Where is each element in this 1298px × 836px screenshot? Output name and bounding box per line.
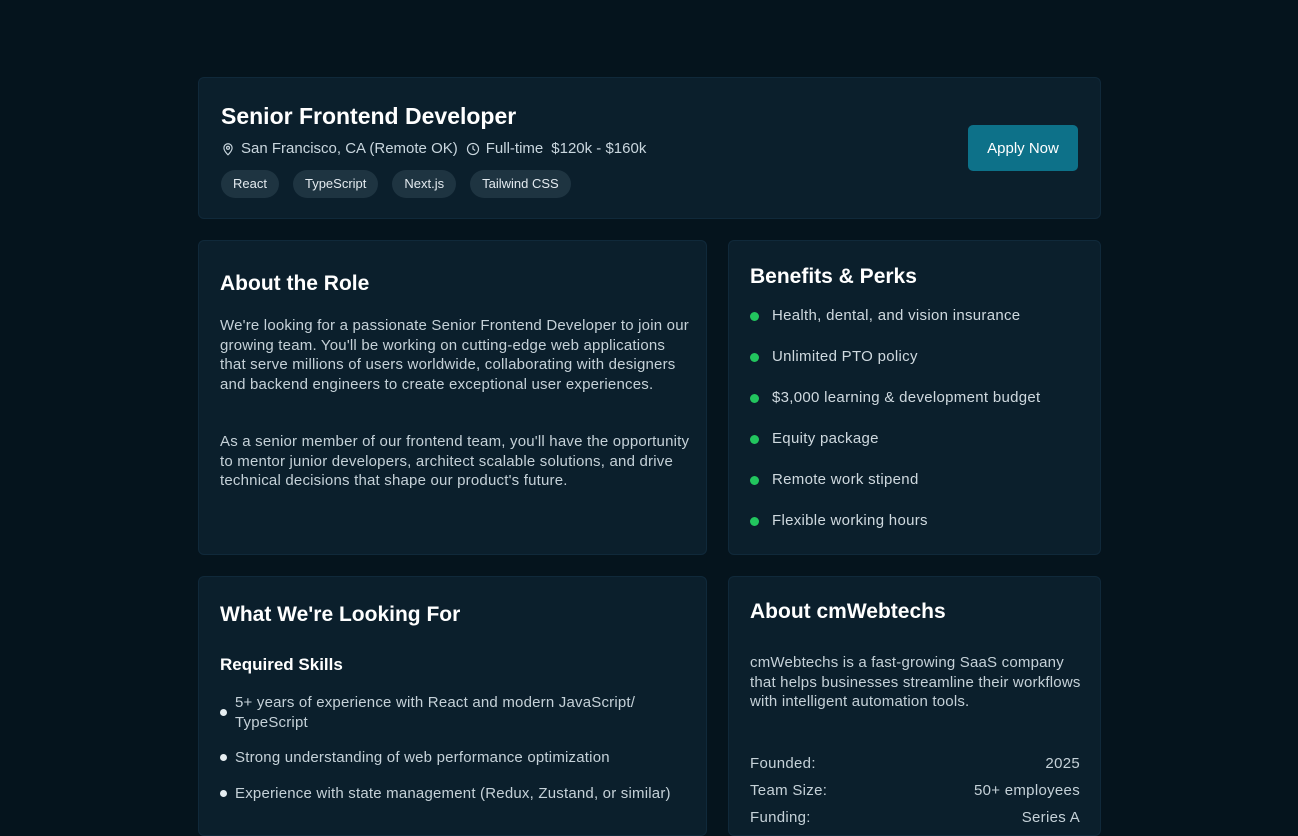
apply-now-button[interactable]: Apply Now [968,125,1078,171]
job-salary: $120k - $160k [551,140,647,157]
company-heading: About cmWebtechs [750,600,946,623]
bullet-dot [220,789,227,797]
bullet-dot [220,754,227,762]
list-item: Experience with state management (Redux,… [220,784,690,804]
fact-label: Founded: [750,755,816,772]
bullet-dot [750,394,759,403]
bullet-dot [750,312,759,321]
benefits-list: Health, dental, and vision insurance Unl… [750,307,1041,553]
about-role-card: About the Role We're looking for a passi… [198,240,707,555]
list-item: Equity package [750,430,1041,471]
bullet-dot [750,476,759,485]
benefit-text: Flexible working hours [772,512,928,529]
requirements-card: What We're Looking For Required Skills 5… [198,576,707,836]
benefits-heading: Benefits & Perks [750,265,917,288]
company-card: About cmWebtechs cmWebtechs is a fast-gr… [728,576,1101,836]
fact-row: Founded: 2025 [750,755,1080,782]
tag-tailwind: Tailwind CSS [470,170,571,198]
list-item: $3,000 learning & development budget [750,389,1041,430]
map-pin-icon [221,142,235,156]
bullet-dot [750,435,759,444]
skill-text: 5+ years of experience with React and mo… [235,694,636,731]
list-item: Unlimited PTO policy [750,348,1041,389]
benefit-text: Health, dental, and vision insurance [772,307,1021,324]
list-item: Health, dental, and vision insurance [750,307,1041,348]
benefit-text: Remote work stipend [772,471,919,488]
benefits-card: Benefits & Perks Health, dental, and vis… [728,240,1101,555]
fact-label: Team Size: [750,782,828,799]
job-title: Senior Frontend Developer [221,103,517,129]
required-skills-heading: Required Skills [220,655,343,674]
benefit-text: Unlimited PTO policy [772,348,918,365]
list-item: 5+ years of experience with React and mo… [220,693,690,732]
job-header-card: Senior Frontend Developer San Francisco,… [198,77,1101,219]
list-item: Remote work stipend [750,471,1041,512]
skill-text: Experience with state management (Redux,… [235,784,671,802]
job-meta: San Francisco, CA (Remote OK) Full-time … [221,140,654,157]
tag-react: React [221,170,279,198]
clock-icon [466,142,480,156]
benefit-text: Equity package [772,430,879,447]
bullet-dot [220,709,227,716]
job-type: Full-time [485,140,544,157]
required-skills-list: 5+ years of experience with React and mo… [220,693,690,819]
company-facts: Founded: 2025 Team Size: 50+ employees Fun… [750,755,1080,836]
fact-row: Team Size: 50+ employees [750,782,1080,809]
list-item: Flexible working hours [750,512,1041,553]
job-location: San Francisco, CA (Remote OK) [241,140,458,157]
list-item: Strong understanding of web performance … [220,748,690,768]
company-description: cmWebtechs is a fast-growing SaaS compan… [750,654,1081,710]
about-role-paragraph-1: We're looking for a passionate Senior Fr… [220,317,689,393]
bullet-dot [750,353,759,362]
bullet-dot [750,517,759,526]
benefit-text: $3,000 learning & development budget [772,389,1041,406]
skill-text: Strong understanding of web performance … [235,749,610,766]
fact-value: 50+ employees [973,782,1080,799]
tag-nextjs: Next.js [392,170,457,198]
about-role-paragraph-2: As a senior member of our frontend team,… [220,433,690,489]
skill-tags: React TypeScript Next.js Tailwind CSS [221,170,585,198]
fact-value: 2025 [1045,755,1080,772]
about-role-heading: About the Role [220,272,370,295]
requirements-heading: What We're Looking For [220,603,461,626]
tag-typescript: TypeScript [292,170,379,198]
